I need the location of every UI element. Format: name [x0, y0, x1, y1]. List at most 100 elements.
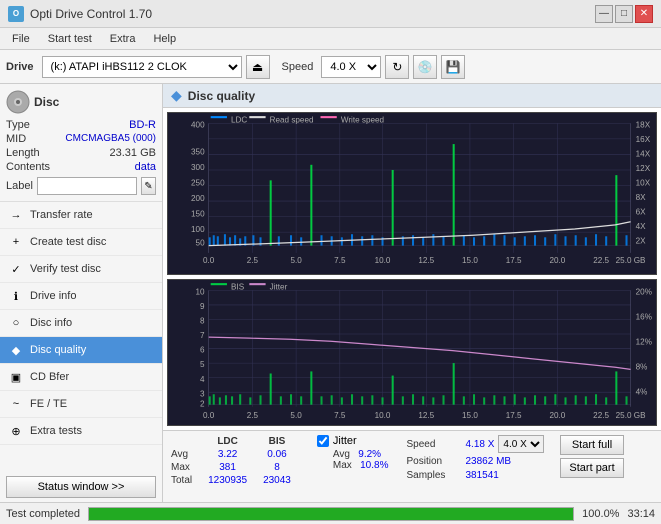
refresh-button[interactable]: ↻ [385, 55, 409, 79]
jitter-max-label: Max [333, 460, 352, 471]
svg-text:8X: 8X [636, 193, 646, 202]
nav-drive-info[interactable]: ℹ Drive info [0, 283, 162, 310]
mid-label: MID [6, 133, 26, 145]
chart-header: ◆ Disc quality [163, 84, 661, 108]
stats-max-ldc: 381 [200, 461, 255, 474]
nav-fe-te[interactable]: ~ FE / TE [0, 391, 162, 418]
svg-text:22.5: 22.5 [593, 256, 609, 265]
stats-header-bis: BIS [255, 435, 299, 448]
nav-transfer-rate[interactable]: → Transfer rate [0, 202, 162, 229]
svg-text:6X: 6X [636, 207, 646, 216]
svg-text:150: 150 [191, 210, 205, 219]
stats-avg-bis: 0.06 [255, 448, 299, 461]
menu-bar: File Start test Extra Help [0, 28, 661, 50]
speed-stat-value: 4.18 X [465, 439, 494, 450]
label-edit-button[interactable]: ✎ [141, 177, 156, 195]
jitter-avg-label: Avg [333, 449, 350, 460]
label-input[interactable] [37, 177, 137, 195]
svg-text:2.5: 2.5 [247, 256, 259, 265]
nav-fe-te-label: FE / TE [30, 398, 67, 410]
svg-text:Read speed: Read speed [270, 115, 314, 124]
start-full-button[interactable]: Start full [560, 435, 623, 455]
svg-text:5: 5 [200, 360, 205, 369]
charts-container: 400 350 300 250 200 150 100 50 18X 16X 1… [163, 108, 661, 430]
nav-create-test-disc[interactable]: + Create test disc [0, 229, 162, 256]
nav-verify-test-disc[interactable]: ✓ Verify test disc [0, 256, 162, 283]
disc-section-title: Disc [34, 95, 59, 109]
drive-info-icon: ℹ [8, 288, 24, 304]
transfer-rate-icon: → [8, 207, 24, 223]
svg-text:8%: 8% [636, 362, 648, 371]
position-value: 23862 MB [465, 456, 511, 467]
status-window-button[interactable]: Status window >> [6, 476, 156, 498]
menu-file[interactable]: File [4, 31, 38, 47]
disc-icon [6, 90, 30, 114]
progress-bar-container [88, 507, 574, 521]
verify-disc-icon: ✓ [8, 261, 24, 277]
menu-help[interactable]: Help [145, 31, 184, 47]
svg-text:14X: 14X [636, 149, 651, 158]
nav-disc-quality[interactable]: ◆ Disc quality [0, 337, 162, 364]
svg-text:250: 250 [191, 178, 205, 187]
nav-cd-bfer-label: CD Bfer [30, 371, 69, 383]
nav-verify-test-disc-label: Verify test disc [30, 263, 101, 275]
disc-info-icon: ○ [8, 315, 24, 331]
menu-extra[interactable]: Extra [102, 31, 144, 47]
samples-value: 381541 [465, 470, 498, 481]
stats-avg-label: Avg [171, 448, 200, 461]
svg-text:4: 4 [200, 374, 205, 383]
contents-value: data [135, 161, 156, 173]
close-button[interactable]: ✕ [635, 5, 653, 23]
svg-text:350: 350 [191, 147, 205, 156]
svg-text:25.0 GB: 25.0 GB [616, 411, 646, 420]
length-label: Length [6, 147, 40, 159]
svg-text:12X: 12X [636, 164, 651, 173]
speed-stat-label: Speed [406, 439, 461, 450]
svg-text:7.5: 7.5 [334, 256, 346, 265]
nav-items: → Transfer rate + Create test disc ✓ Ver… [0, 202, 162, 472]
svg-text:12%: 12% [636, 337, 653, 346]
svg-text:300: 300 [191, 163, 205, 172]
nav-extra-tests[interactable]: ⊕ Extra tests [0, 418, 162, 445]
svg-text:Jitter: Jitter [270, 282, 288, 291]
contents-label: Contents [6, 161, 50, 173]
svg-text:BIS: BIS [231, 282, 245, 291]
length-value: 23.31 GB [110, 147, 156, 159]
burn-button[interactable]: 💿 [413, 55, 437, 79]
nav-disc-info[interactable]: ○ Disc info [0, 310, 162, 337]
jitter-checkbox[interactable] [317, 435, 329, 447]
start-part-button[interactable]: Start part [560, 458, 623, 478]
svg-text:5.0: 5.0 [290, 256, 302, 265]
mid-value: CMCMAGBA5 (000) [65, 133, 156, 145]
speed-select[interactable]: 4.0 X [321, 56, 381, 78]
bis-chart: 10 9 8 7 6 5 4 3 2 20% 16% 12% 8% 4% [167, 279, 657, 426]
ldc-chart: 400 350 300 250 200 150 100 50 18X 16X 1… [167, 112, 657, 275]
jitter-stats: Jitter Avg 9.2% Max 10.8% [317, 435, 389, 498]
menu-start-test[interactable]: Start test [40, 31, 100, 47]
drive-select[interactable]: (k:) ATAPI iHBS112 2 CLOK [42, 56, 242, 78]
svg-text:10.0: 10.0 [375, 256, 391, 265]
stats-avg-ldc: 3.22 [200, 448, 255, 461]
stats-total-label: Total [171, 474, 200, 487]
drive-label: Drive [6, 61, 34, 73]
svg-text:16%: 16% [636, 312, 653, 321]
eject-button[interactable]: ⏏ [246, 55, 270, 79]
nav-transfer-rate-label: Transfer rate [30, 209, 93, 221]
save-button[interactable]: 💾 [441, 55, 465, 79]
minimize-button[interactable]: — [595, 5, 613, 23]
stats-header-ldc: LDC [200, 435, 255, 448]
maximize-button[interactable]: □ [615, 5, 633, 23]
disc-quality-icon: ◆ [8, 342, 24, 358]
title-controls: — □ ✕ [595, 5, 653, 23]
sidebar: Disc Type BD-R MID CMCMAGBA5 (000) Lengt… [0, 84, 163, 502]
progress-bar-fill [89, 508, 573, 520]
fe-te-icon: ~ [8, 396, 24, 412]
svg-text:0.0: 0.0 [203, 256, 215, 265]
svg-text:7.5: 7.5 [334, 411, 346, 420]
progress-percent: 100.0% [582, 508, 619, 520]
nav-cd-bfer[interactable]: ▣ CD Bfer [0, 364, 162, 391]
speed-stat-select[interactable]: 4.0 X [498, 435, 544, 453]
svg-text:10X: 10X [636, 178, 651, 187]
progress-time: 33:14 [627, 508, 655, 520]
svg-text:10.0: 10.0 [375, 411, 391, 420]
